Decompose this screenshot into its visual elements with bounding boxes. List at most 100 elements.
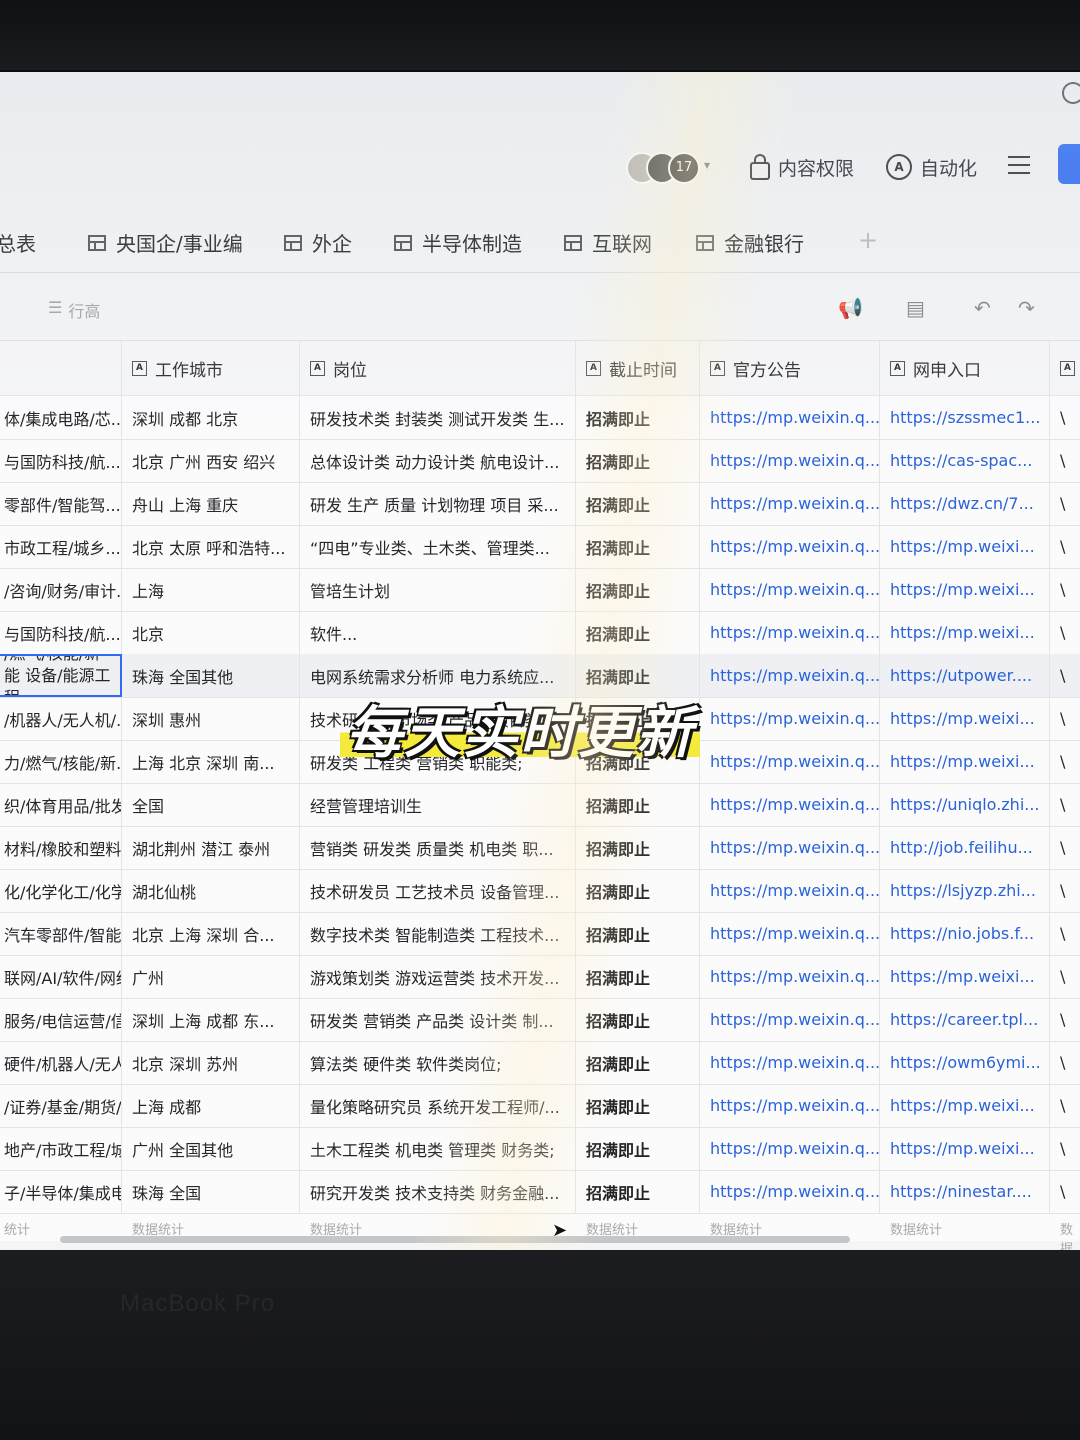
column-header-notice[interactable]: A 官方公告 (700, 341, 880, 395)
tab-internet[interactable]: 互联网 (564, 228, 652, 257)
column-header-more[interactable]: A (1050, 341, 1080, 395)
row-position-cell[interactable]: 算法类 硬件类 软件类岗位; (300, 1041, 576, 1084)
row-extra-cell[interactable]: \ (1050, 611, 1080, 654)
row-deadline-cell[interactable]: 招满即止 (576, 525, 700, 568)
undo-icon[interactable]: ↶ (974, 296, 991, 320)
row-deadline-cell[interactable]: 招满即止 (576, 1170, 700, 1213)
row-city-cell[interactable]: 北京 上海 深圳 合... (122, 912, 300, 955)
row-industry-cell[interactable]: 地产/市政工程/城乡... (0, 1127, 122, 1170)
row-city-cell[interactable]: 北京 (122, 611, 300, 654)
row-industry-cell[interactable]: /机器人/无人机/... (0, 697, 122, 740)
row-city-cell[interactable]: 广州 全国其他 (122, 1127, 300, 1170)
table-row[interactable]: 市政工程/城乡... 北京 太原 呼和浩特... “四电”专业类、土木类、管理类..… (0, 525, 1080, 569)
table-row[interactable]: 联网/AI/软件/网络安... 广州 游戏策划类 游戏运营类 技术开发... 招满即止… (0, 955, 1080, 999)
row-apply-link[interactable]: https://mp.weixi... (880, 740, 1050, 783)
row-extra-cell[interactable]: \ (1050, 955, 1080, 998)
row-extra-cell[interactable]: \ (1050, 783, 1080, 826)
table-row[interactable]: 汽车零部件/智能驾... 北京 上海 深圳 合... 数字技术类 智能制造类 工程技… (0, 912, 1080, 956)
row-position-cell[interactable]: 量化策略研究员 系统开发工程师/... (300, 1084, 576, 1127)
row-deadline-cell[interactable]: 招满即止 (576, 1041, 700, 1084)
row-deadline-cell[interactable]: 招满即止 (576, 439, 700, 482)
row-extra-cell[interactable]: \ (1050, 998, 1080, 1041)
row-city-cell[interactable]: 上海 成都 (122, 1084, 300, 1127)
column-header-position[interactable]: A 岗位 (300, 341, 576, 395)
row-extra-cell[interactable]: \ (1050, 740, 1080, 783)
row-city-cell[interactable]: 北京 深圳 苏州 (122, 1041, 300, 1084)
row-notice-link[interactable]: https://mp.weixin.q... (700, 525, 880, 568)
row-industry-cell[interactable]: /证券/基金/期货/保... (0, 1084, 122, 1127)
table-row[interactable]: 材料/橡胶和塑料... 湖北荆州 潜江 泰州 营销类 研发类 质量类 机电类 职..… (0, 826, 1080, 870)
row-city-cell[interactable]: 全国 (122, 783, 300, 826)
row-apply-link[interactable]: https://uniqlo.zhi... (880, 783, 1050, 826)
row-extra-cell[interactable]: \ (1050, 697, 1080, 740)
row-apply-link[interactable]: https://nio.jobs.f... (880, 912, 1050, 955)
row-notice-link[interactable]: https://mp.weixin.q... (700, 955, 880, 998)
row-city-cell[interactable]: 深圳 上海 成都 东... (122, 998, 300, 1041)
row-apply-link[interactable]: https://dwz.cn/7... (880, 482, 1050, 525)
tab-semiconductor[interactable]: 半导体制造 (394, 228, 522, 257)
row-deadline-cell[interactable]: 招满即止 (576, 1127, 700, 1170)
horizontal-scrollbar[interactable] (60, 1236, 850, 1243)
row-industry-cell[interactable]: /燃气/核能/新能 设备/能源工程 (0, 654, 122, 697)
row-deadline-cell[interactable]: 招满即止 (576, 869, 700, 912)
row-position-cell[interactable]: 技术研发员 工艺技术员 设备管理... (300, 869, 576, 912)
row-notice-link[interactable]: https://mp.weixin.q... (700, 568, 880, 611)
row-city-cell[interactable]: 上海 (122, 568, 300, 611)
row-position-cell[interactable]: 研发 生产 质量 计划物理 项目 采... (300, 482, 576, 525)
row-industry-cell[interactable]: 零部件/智能驾... (0, 482, 122, 525)
row-notice-link[interactable]: https://mp.weixin.q... (700, 869, 880, 912)
refresh-icon[interactable] (1062, 82, 1080, 104)
content-permission-button[interactable]: 内容权限 (750, 152, 854, 182)
row-apply-link[interactable]: https://szssmec1... (880, 396, 1050, 439)
row-deadline-cell[interactable]: 招满即止 (576, 783, 700, 826)
column-header-industry[interactable] (0, 341, 122, 395)
row-apply-link[interactable]: https://owm6ymi... (880, 1041, 1050, 1084)
row-industry-cell[interactable]: 力/燃气/核能/新... (0, 740, 122, 783)
column-header-deadline[interactable]: A 截止时间 (576, 341, 700, 395)
table-row[interactable]: 零部件/智能驾... 舟山 上海 重庆 研发 生产 质量 计划物理 项目 采... 招… (0, 482, 1080, 526)
row-height-button[interactable]: ☰ 行高 (48, 298, 100, 322)
tab-overview[interactable]: 总表 (0, 228, 36, 257)
row-position-cell[interactable]: 游戏策划类 游戏运营类 技术开发... (300, 955, 576, 998)
menu-icon[interactable] (1008, 156, 1030, 176)
table-row[interactable]: 与国防科技/航... 北京 软件... 招满即止 https://mp.weixin.q… (0, 611, 1080, 655)
row-extra-cell[interactable]: \ (1050, 1084, 1080, 1127)
row-position-cell[interactable]: 数字技术类 智能制造类 工程技术... (300, 912, 576, 955)
row-extra-cell[interactable]: \ (1050, 568, 1080, 611)
row-city-cell[interactable]: 深圳 成都 北京 (122, 396, 300, 439)
automation-button[interactable]: A 自动化 (886, 152, 977, 182)
row-deadline-cell[interactable]: 招满即止 (576, 955, 700, 998)
row-city-cell[interactable]: 珠海 全国其他 (122, 654, 300, 697)
row-industry-cell[interactable]: 体/集成电路/芯... (0, 396, 122, 439)
row-apply-link[interactable]: https://career.tpl... (880, 998, 1050, 1041)
row-notice-link[interactable]: https://mp.weixin.q... (700, 482, 880, 525)
footer-stat-cell[interactable]: 数据统计 (880, 1213, 1050, 1243)
add-tab-icon[interactable]: + (858, 226, 878, 254)
row-industry-cell[interactable]: 服务/电信运营/信息... (0, 998, 122, 1041)
row-industry-cell[interactable]: 汽车零部件/智能驾... (0, 912, 122, 955)
row-deadline-cell[interactable]: 招满即止 (576, 611, 700, 654)
row-position-cell[interactable]: 总体设计类 动力设计类 航电设计... (300, 439, 576, 482)
row-position-cell[interactable]: 研究开发类 技术支持类 财务金融... (300, 1170, 576, 1213)
row-position-cell[interactable]: 软件... (300, 611, 576, 654)
row-apply-link[interactable]: https://mp.weixi... (880, 1084, 1050, 1127)
row-apply-link[interactable]: https://ninestar.... (880, 1170, 1050, 1213)
row-city-cell[interactable]: 湖北荆州 潜江 泰州 (122, 826, 300, 869)
row-extra-cell[interactable]: \ (1050, 654, 1080, 697)
row-apply-link[interactable]: https://mp.weixi... (880, 568, 1050, 611)
row-apply-link[interactable]: https://mp.weixi... (880, 955, 1050, 998)
row-industry-cell[interactable]: 子/半导体/集成电路/芯... (0, 1170, 122, 1213)
row-apply-link[interactable]: https://mp.weixi... (880, 1127, 1050, 1170)
row-position-cell[interactable]: 研发技术类 封装类 测试开发类 生... (300, 396, 576, 439)
row-apply-link[interactable]: https://mp.weixi... (880, 611, 1050, 654)
row-industry-cell[interactable]: 织/体育用品/批发... (0, 783, 122, 826)
row-apply-link[interactable]: https://utpower.... (880, 654, 1050, 697)
row-extra-cell[interactable]: \ (1050, 912, 1080, 955)
row-industry-cell[interactable]: 联网/AI/软件/网络安... (0, 955, 122, 998)
row-deadline-cell[interactable]: 招满即止 (576, 482, 700, 525)
row-extra-cell[interactable]: \ (1050, 1170, 1080, 1213)
table-row[interactable]: 与国防科技/航... 北京 广州 西安 绍兴 总体设计类 动力设计类 航电设计...… (0, 439, 1080, 483)
row-notice-link[interactable]: https://mp.weixin.q... (700, 1170, 880, 1213)
row-notice-link[interactable]: https://mp.weixin.q... (700, 912, 880, 955)
row-apply-link[interactable]: https://lsjyzp.zhi... (880, 869, 1050, 912)
